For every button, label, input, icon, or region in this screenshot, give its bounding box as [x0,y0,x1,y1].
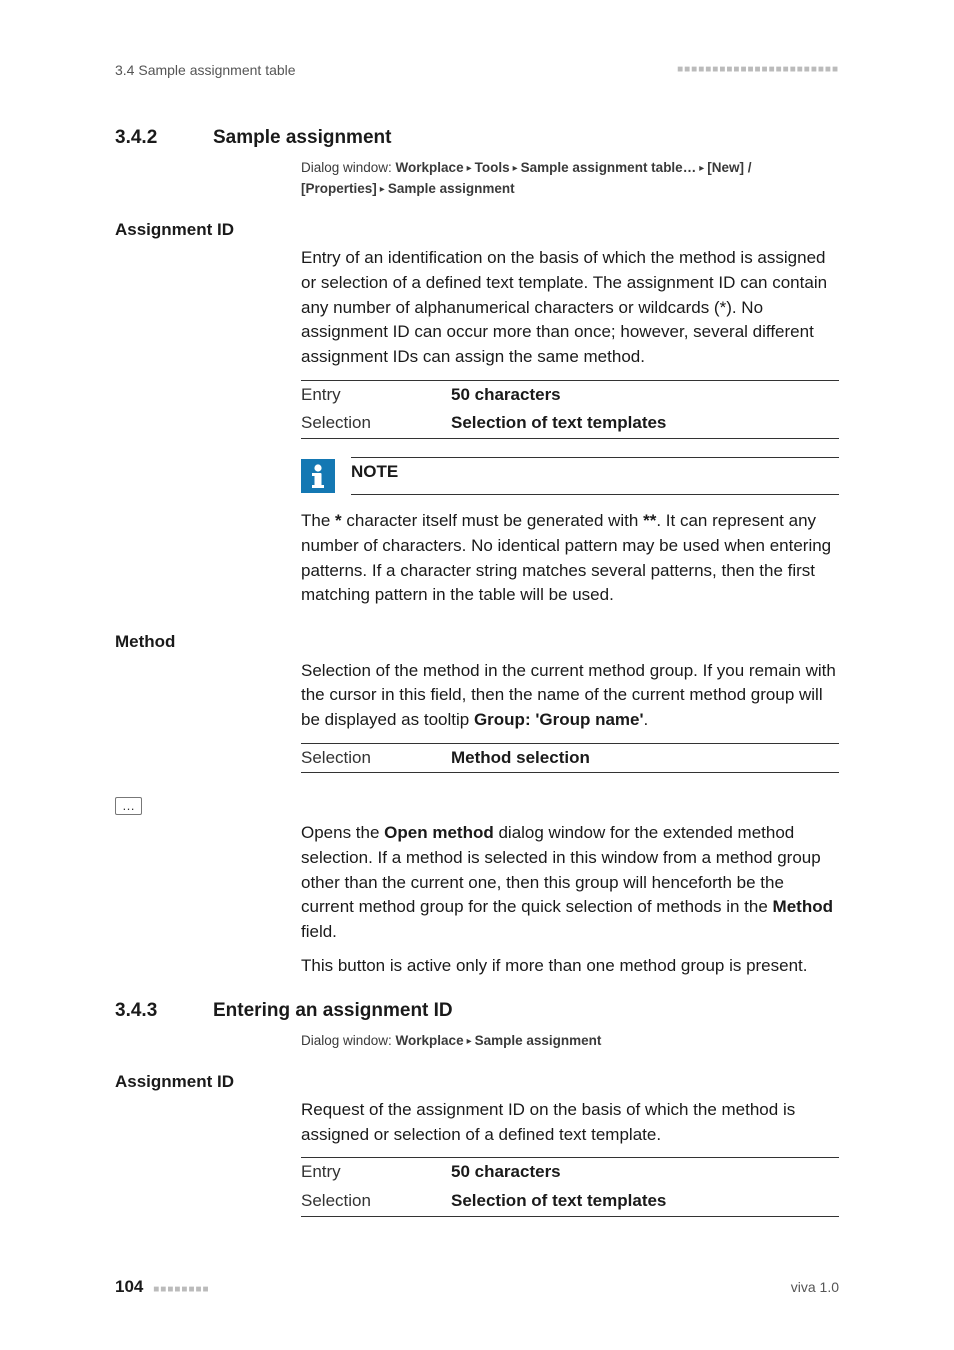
table-row: Selection Selection of text templates [301,409,839,438]
method-table: Selection Method selection [301,743,839,774]
assignment-id-para-2: Request of the assignment ID on the basi… [301,1098,839,1147]
method-para: Selection of the method in the current m… [301,659,839,733]
method-heading: Method [115,630,839,655]
section-343-dialog-path: Dialog window: Workplace▸Sample assignme… [301,1031,839,1052]
dialog-part-2: Sample assignment table… [521,160,697,175]
note-text: The [301,511,335,530]
assignment-id-table: Entry 50 characters Selection Selection … [301,380,839,439]
note-bold: * [335,511,342,530]
table-key: Selection [301,1189,451,1214]
ellipsis-button-row: … [115,791,839,821]
note-body: The * character itself must be generated… [301,509,839,608]
table-row: Selection Method selection [301,744,839,773]
note-head: NOTE [301,457,839,496]
dialog-part-1: Tools [475,160,510,175]
note-block: NOTE The * character itself must be gene… [301,457,839,608]
dialog-prefix: Dialog window: [301,1033,396,1048]
dialog-part-1: Sample assignment [475,1033,602,1048]
footer-version: viva 1.0 [791,1277,839,1297]
section-343-title: Entering an assignment ID [213,997,453,1025]
running-head-left: 3.4 Sample assignment table [115,60,296,80]
table-key: Entry [301,383,451,408]
section-342-title: Sample assignment [213,124,391,152]
assignment-id-para: Entry of an identification on the basis … [301,246,839,369]
page-footer: 104 ■■■■■■■■ viva 1.0 [115,1275,839,1300]
table-value: Selection of text templates [451,1189,666,1214]
note-bold: ** [643,511,656,530]
open-method-text: Opens the [301,823,384,842]
open-method-bold: Open method [384,823,494,842]
table-key: Entry [301,1160,451,1185]
running-head-ornament: ■■■■■■■■■■■■■■■■■■■■■■■ [677,63,839,78]
table-row: Entry 50 characters [301,1158,839,1187]
method-text: . [644,710,649,729]
open-method-bold: Method [773,897,833,916]
table-row: Selection Selection of text templates [301,1187,839,1216]
table-key: Selection [301,746,451,771]
dialog-prefix: Dialog window: [301,160,396,175]
running-head: 3.4 Sample assignment table ■■■■■■■■■■■■… [115,60,839,80]
method-bold: Group: 'Group name' [474,710,644,729]
dialog-part-0: Workplace [396,160,464,175]
section-343-number: 3.4.3 [115,997,175,1025]
assignment-id-heading: Assignment ID [115,218,839,243]
table-value: 50 characters [451,383,561,408]
table-value: Method selection [451,746,590,771]
table-key: Selection [301,411,451,436]
page: 3.4 Sample assignment table ■■■■■■■■■■■■… [0,0,954,1350]
open-method-text: field. [301,922,337,941]
dialog-part-4: Sample assignment [388,181,515,196]
table-value: Selection of text templates [451,411,666,436]
footer-ornament: ■■■■■■■■ [153,1284,209,1295]
section-342-dialog-path: Dialog window: Workplace▸Tools▸Sample as… [301,158,839,200]
table-row: Entry 50 characters [301,381,839,410]
breadcrumb-sep-icon: ▸ [696,163,707,174]
open-method-para: Opens the Open method dialog window for … [301,821,839,944]
section-343-heading: 3.4.3 Entering an assignment ID [115,997,839,1025]
ellipsis-button[interactable]: … [115,797,142,815]
note-label: NOTE [351,457,839,496]
breadcrumb-sep-icon: ▸ [377,184,388,195]
section-342-number: 3.4.2 [115,124,175,152]
page-number: 104 [115,1277,143,1296]
assignment-id-table-2: Entry 50 characters Selection Selection … [301,1157,839,1216]
table-value: 50 characters [451,1160,561,1185]
note-text: character itself must be generated with [342,511,643,530]
assignment-id-heading-2: Assignment ID [115,1070,839,1095]
breadcrumb-sep-icon: ▸ [464,163,475,174]
dialog-part-0: Workplace [396,1033,464,1048]
info-icon [301,459,335,493]
breadcrumb-sep-icon: ▸ [464,1036,475,1047]
breadcrumb-sep-icon: ▸ [510,163,521,174]
footer-left: 104 ■■■■■■■■ [115,1275,210,1300]
section-342-heading: 3.4.2 Sample assignment [115,124,839,152]
open-method-para2: This button is active only if more than … [301,954,839,979]
